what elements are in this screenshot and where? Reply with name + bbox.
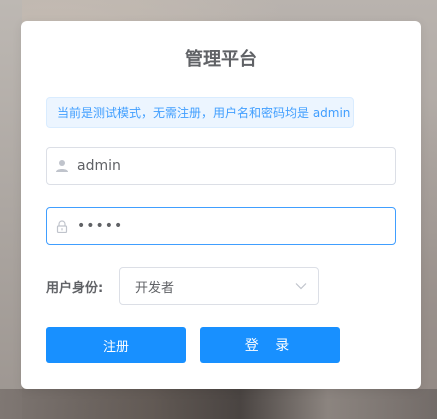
lock-icon <box>47 208 77 244</box>
register-button[interactable]: 注册 <box>46 327 186 363</box>
role-label: 用户身份: <box>46 281 104 296</box>
background-left <box>0 0 22 419</box>
username-value[interactable]: admin <box>77 158 121 174</box>
password-value[interactable]: ••••• <box>77 218 123 234</box>
role-select[interactable]: 开发者 <box>119 267 319 305</box>
login-button[interactable]: 登 录 <box>200 327 340 363</box>
test-mode-notice: 当前是测试模式，无需注册，用户名和密码均是 admin <box>46 97 354 128</box>
password-field[interactable]: ••••• <box>46 207 396 245</box>
user-icon <box>47 148 77 184</box>
background-bottom <box>0 389 437 419</box>
login-card: 管理平台 当前是测试模式，无需注册，用户名和密码均是 admin admin •… <box>21 21 421 389</box>
role-selected-value: 开发者 <box>135 280 175 296</box>
page-title: 管理平台 <box>185 49 257 70</box>
chevron-down-icon <box>294 279 308 293</box>
username-field[interactable]: admin <box>46 147 396 185</box>
